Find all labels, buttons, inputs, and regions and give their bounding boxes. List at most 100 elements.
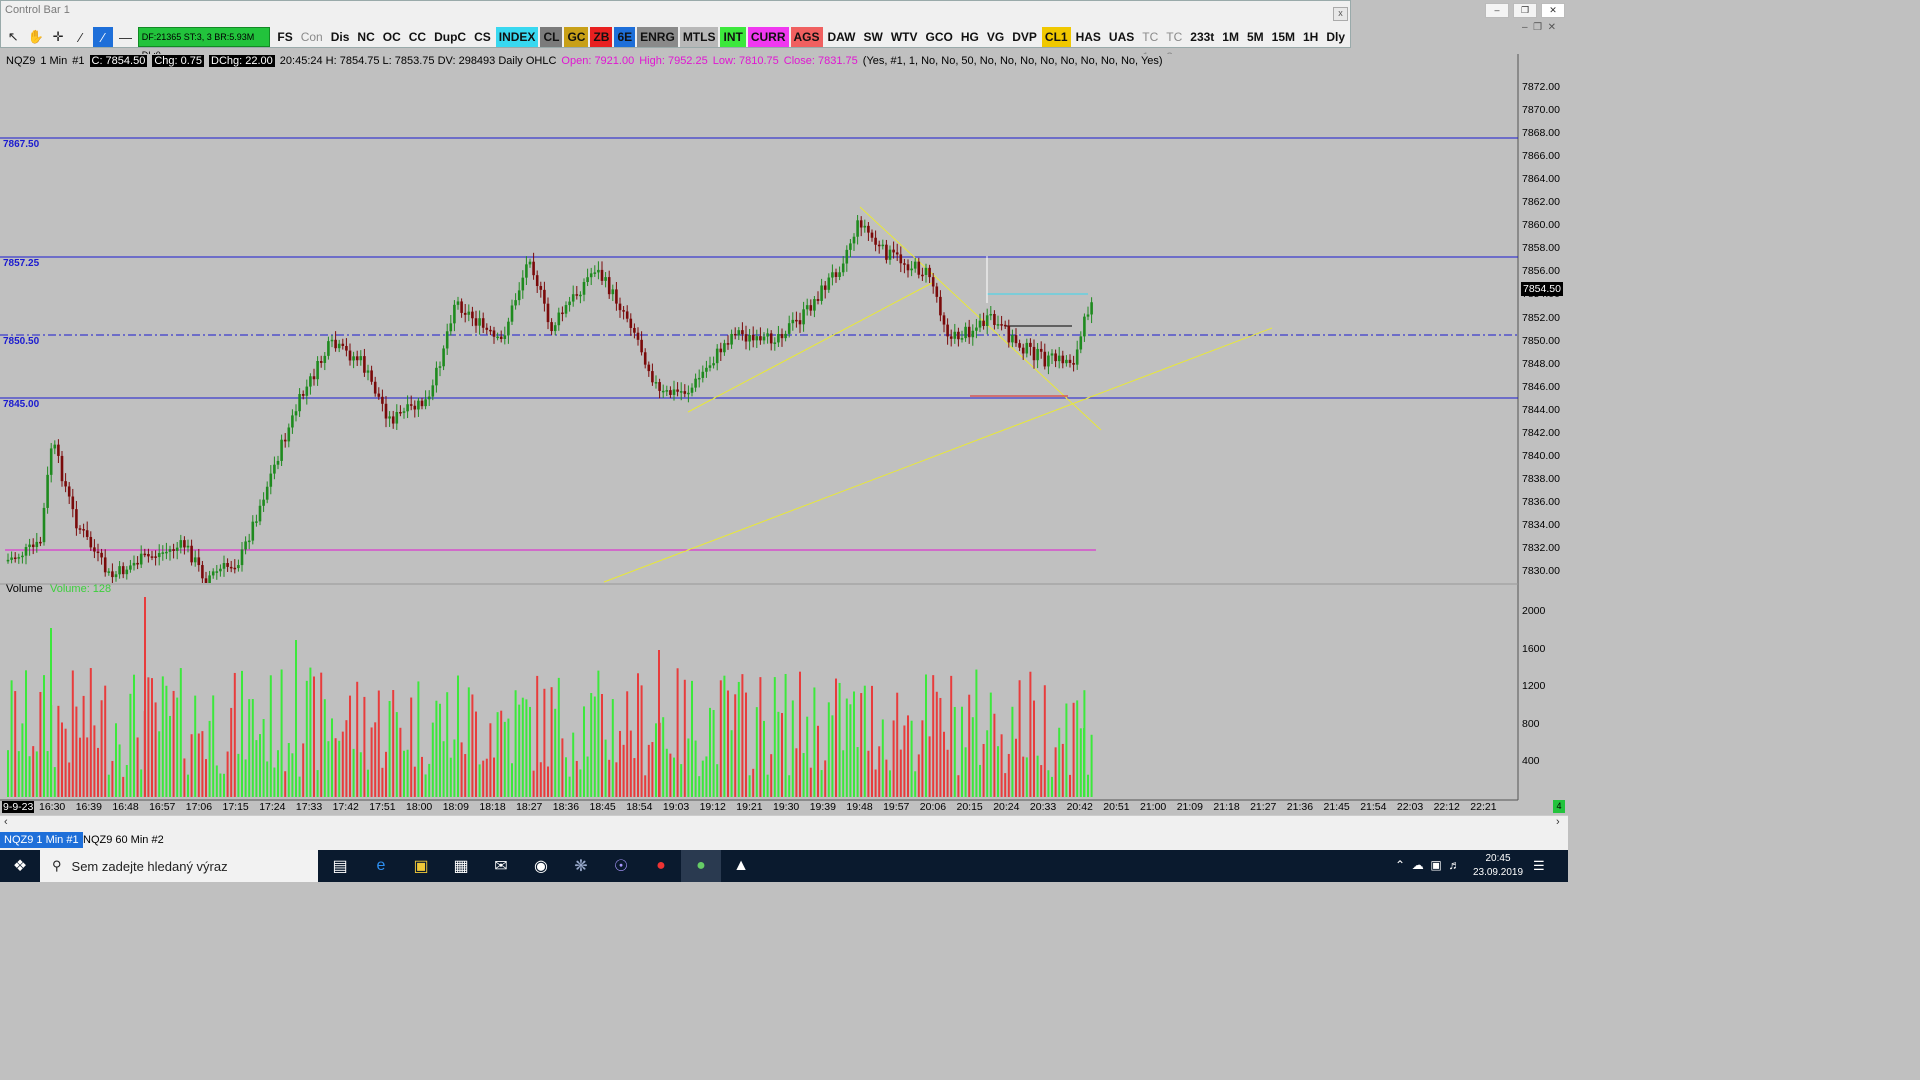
draw-ray-icon[interactable]: ∕ [92,27,114,47]
tab-nqz9-60min[interactable]: NQZ9 60 Min #2 [79,832,168,848]
horizontal-line-icon[interactable]: — [115,27,135,47]
toolbar-button-sw[interactable]: SW [861,27,886,47]
file-explorer-icon[interactable]: ▣ [401,850,441,882]
toolbar-button-fs[interactable]: FS [274,27,295,47]
system-tray-icons[interactable]: ⌃ ☁ ▣ ♬ [1395,858,1460,872]
volume-bar [716,764,719,797]
volume-bar [626,691,629,797]
volume-bar [651,742,654,797]
toolbar-button-int[interactable]: INT [720,27,746,47]
volume-bar [525,699,528,797]
taskbar-search-box[interactable]: ⚲ Sem zadejte hledaný výraz [40,850,318,882]
control-bar-title: Control Bar 1 [5,4,70,16]
volume-bar [824,760,827,797]
restore-button[interactable]: ❐ [1513,3,1537,18]
candle-body [546,303,550,323]
store-icon[interactable]: ▦ [441,850,481,882]
hand-pan-icon[interactable]: ✋ [25,27,45,47]
candle-body [665,390,669,392]
volume-bar [946,749,949,797]
toolbar-button-mtls[interactable]: MTLS [679,27,719,47]
taskbar-clock[interactable]: 20:45 23.09.2019 [1470,852,1526,880]
draw-line-icon[interactable]: ∕ [70,27,90,47]
toolbar-button-tc2[interactable]: TC 2 [1163,27,1185,64]
toolbar-button-dupc[interactable]: DupC [431,27,469,47]
toolbar-button-5m[interactable]: 5M [1244,27,1267,47]
pointer-icon[interactable]: ↖ [3,27,23,47]
volume-bar [374,722,377,797]
time-tick: 17:42 [332,801,359,813]
task-view-icon[interactable]: ▤ [320,850,360,882]
mail-icon[interactable]: ✉ [481,850,521,882]
scroll-right-icon[interactable]: › [1556,816,1560,828]
toolbar-button-enrg[interactable]: ENRG [637,27,678,47]
window-close-button[interactable]: ✕ [1541,3,1565,18]
toolbar-button-tc1[interactable]: TC 1 [1139,27,1161,64]
tab-nqz9-1min[interactable]: NQZ9 1 Min #1 [0,832,83,848]
toolbar-button-cs[interactable]: CS [471,27,494,47]
windows-start-icon[interactable]: ❖ [0,850,40,882]
toolbar-button-uas[interactable]: UAS [1106,27,1137,47]
control-bar-close-button[interactable]: x [1333,7,1348,21]
horizontal-scrollbar[interactable]: ‹ › [0,815,1568,830]
toolbar-button-1m[interactable]: 1M [1219,27,1242,47]
volume-bar [921,720,924,797]
volume-bar [842,750,845,797]
candle-body [856,220,859,237]
price-chart[interactable] [0,54,1568,820]
toolbar-button-zb[interactable]: ZB [590,27,613,47]
volume-bar [1000,734,1003,797]
candle-body [791,319,795,324]
price-tick: 7860.00 [1522,219,1560,232]
scroll-left-icon[interactable]: ‹ [4,816,8,828]
volume-bar [961,706,963,797]
app-icon-1[interactable]: ❋ [561,850,601,882]
notifications-icon[interactable]: ☰ [1533,858,1545,874]
toolbar-button-vg[interactable]: VG [984,27,1007,47]
toolbar-button-daw[interactable]: DAW [825,27,859,47]
toolbar-button-dly[interactable]: Dly [1323,27,1348,47]
toolbar-button-dvp[interactable]: DVP [1009,27,1040,47]
toolbar-button-has[interactable]: HAS [1073,27,1104,47]
toolbar-button-cc[interactable]: CC [406,27,429,47]
app-icon-3[interactable]: ● [641,850,681,882]
toolbar-button-dis[interactable]: Dis [328,27,353,47]
toolbar-button-233t[interactable]: 233t [1187,27,1217,47]
minimize-button[interactable]: – [1485,3,1509,18]
candle-body [629,318,633,328]
toolbar-button-nc[interactable]: NC [354,27,377,47]
toolbar-button-oc[interactable]: OC [380,27,404,47]
toolbar-button-cl[interactable]: CL [540,27,563,47]
toolbar-button-index[interactable]: INDEX [495,27,539,47]
child-window-controls[interactable]: – ❐ ✕ [1522,22,1556,33]
candle-body [1000,324,1003,326]
toolbar-button-con[interactable]: Con [298,27,326,47]
chart-tabs: NQZ9 1 Min #1 NQZ9 60 Min #2 [0,830,1568,850]
crosshair-icon[interactable]: ✛ [48,27,68,47]
toolbar-button-1h[interactable]: 1H [1300,27,1321,47]
time-tick: 21:18 [1213,801,1240,813]
candle-body [636,332,640,340]
app-icon-2[interactable]: ☉ [601,850,641,882]
toolbar-button-wtv[interactable]: WTV [888,27,921,47]
toolbar-button-gc[interactable]: GC [564,27,589,47]
toolbar-button-hg[interactable]: HG [958,27,982,47]
volume-bar [1022,756,1025,797]
sierra-chart-icon[interactable]: ● [681,850,721,882]
chrome-icon[interactable]: ◉ [521,850,561,882]
toolbar-button-6e[interactable]: 6E [614,27,636,47]
candle-body [31,544,35,548]
toolbar-button-curr[interactable]: CURR [747,27,789,47]
candle-body [687,392,690,395]
toolbar-button-cl1[interactable]: CL1 [1041,27,1071,47]
edge-browser-icon[interactable]: e [361,850,401,882]
volume-bar [183,758,186,797]
toolbar-button-gco[interactable]: GCO [923,27,956,47]
volume-bar [917,754,920,797]
photos-icon[interactable]: ▲ [721,850,761,882]
candle-body [906,264,910,271]
toolbar-button-ags[interactable]: AGS [790,27,823,47]
toolbar-button-15m[interactable]: 15M [1269,27,1298,47]
candle-body [107,571,111,573]
time-tick: 21:00 [1140,801,1167,813]
